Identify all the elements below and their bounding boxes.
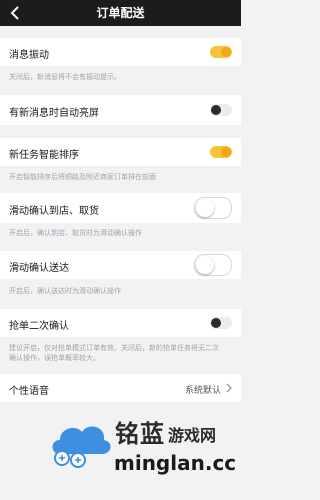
smart-sort-toggle[interactable]: [210, 146, 232, 158]
setting-hint: 开启智能排序后将顺路及附近商家订单排在前面: [9, 173, 156, 181]
setting-label: 个性语音: [9, 386, 49, 397]
setting-label: 有新消息时自动亮屏: [9, 108, 99, 119]
setting-row-vibration[interactable]: 消息振动: [0, 38, 241, 66]
setting-row-auto-wake[interactable]: 有新消息时自动亮屏: [0, 95, 241, 125]
watermark-title: 铭蓝: [115, 420, 165, 448]
setting-row-voice[interactable]: 个性语音 系统默认: [0, 374, 241, 402]
watermark-url: minglan.cc: [114, 451, 237, 475]
setting-label: 滑动确认送达: [9, 263, 69, 274]
auto-wake-toggle[interactable]: [210, 104, 232, 116]
vibration-toggle[interactable]: [210, 46, 232, 58]
cloud-logo-icon: [52, 426, 111, 468]
setting-row-grab-confirm[interactable]: 抢单二次确认: [0, 309, 241, 337]
swipe-delivered-toggle[interactable]: [194, 254, 232, 276]
grab-confirm-toggle[interactable]: [210, 317, 232, 329]
setting-hint: 关闭后，新消息将不会有振动提示。: [9, 73, 121, 81]
watermark: 铭蓝 游戏网 minglan.cc: [48, 408, 248, 500]
chevron-right-icon: [226, 383, 232, 393]
setting-hint: 开启后，确认送达时为滑动确认操作: [9, 287, 121, 295]
voice-value: 系统默认: [184, 386, 221, 396]
setting-label: 新任务智能排序: [9, 150, 79, 161]
page-title: 订单配送: [96, 6, 145, 20]
setting-hint: 开启后，确认到店、取货时为滑动确认操作: [9, 229, 142, 237]
setting-row-swipe-delivered[interactable]: 滑动确认送达: [0, 251, 241, 279]
watermark-sub: 游戏网: [168, 426, 217, 445]
setting-hint-line2: 确认操作，误抢单概率较大。: [9, 354, 100, 362]
setting-label: 消息振动: [9, 50, 49, 61]
nav-bar: 订单配送: [0, 0, 241, 26]
swipe-pickup-toggle[interactable]: [194, 197, 232, 219]
setting-hint-line1: 建议开启，仅对抢单模式订单有效。关闭后，新的抢单任务将无二次: [9, 344, 219, 352]
setting-label: 抢单二次确认: [9, 321, 69, 332]
setting-row-smart-sort[interactable]: 新任务智能排序: [0, 138, 241, 166]
setting-row-swipe-pickup[interactable]: 滑动确认到店、取货: [0, 193, 241, 223]
setting-label: 滑动确认到店、取货: [9, 206, 99, 217]
